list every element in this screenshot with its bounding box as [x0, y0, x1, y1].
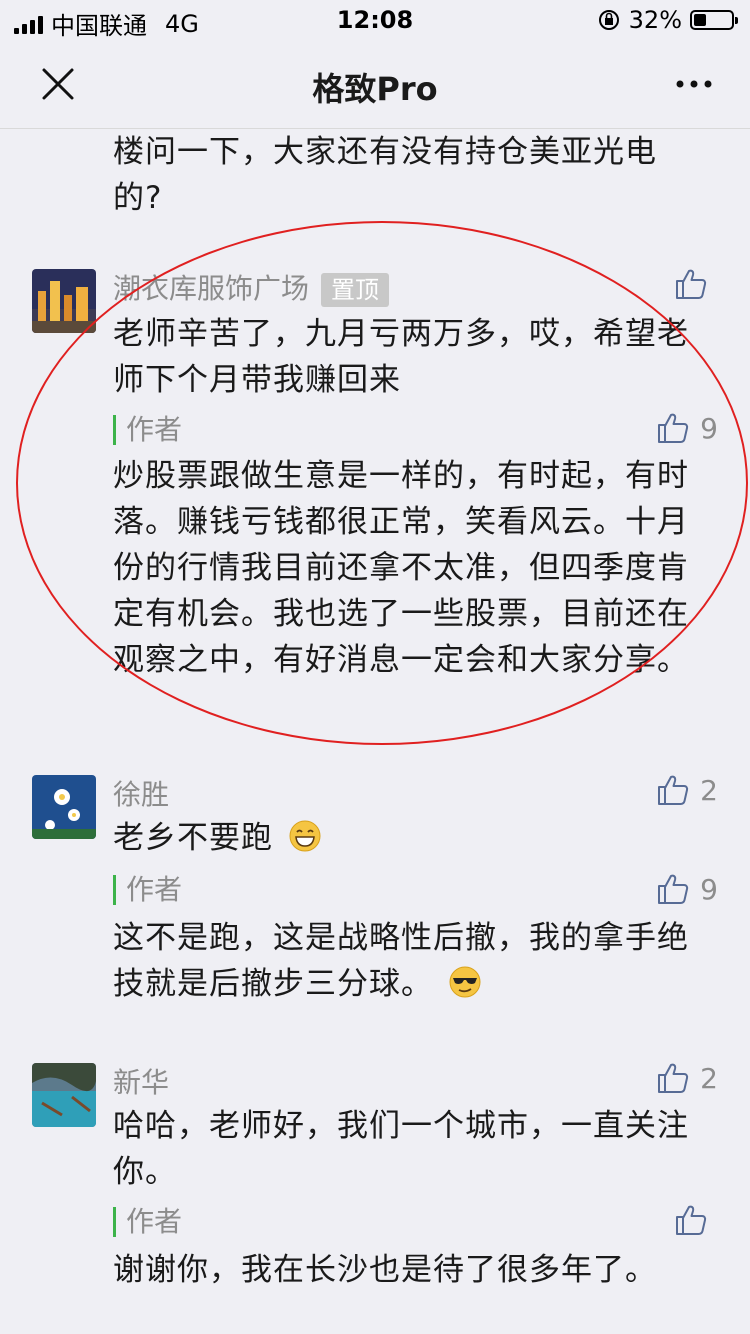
comment-text-content: 老乡不要跑 — [113, 820, 273, 856]
nickname-text: 潮衣库服饰广场 — [113, 272, 310, 305]
author-reply-text: 谢谢你，我在长沙也是待了很多年了。 — [113, 1252, 657, 1288]
like-count: 2 — [700, 1061, 718, 1095]
author-reply-tag: 作者 — [113, 1207, 182, 1237]
status-right: 32% — [597, 6, 738, 34]
reply-like-button[interactable]: 9 — [656, 872, 718, 906]
comment-text: 老师辛苦了，九月亏两万多，哎，希望老师下个月带我赚回来 — [113, 316, 689, 398]
thumbs-up-icon — [658, 775, 689, 805]
like-count: 9 — [700, 411, 718, 445]
author-reply-tag: 作者 — [113, 875, 182, 905]
author-reply-content: 这不是跑，这是战略性后撤，我的拿手绝技就是后撤步三分球。 — [113, 920, 689, 1002]
rotation-lock-icon — [598, 10, 619, 30]
like-count: 9 — [700, 872, 718, 906]
avatar[interactable] — [32, 775, 96, 839]
like-button[interactable] — [674, 267, 718, 301]
like-count: 2 — [700, 773, 718, 807]
more-icon[interactable] — [674, 70, 714, 98]
reply-like-button[interactable] — [674, 1203, 718, 1237]
comment-text: 哈哈，老师好，我们一个城市，一直关注你。 — [113, 1108, 689, 1190]
nav-bar: 格致Pro — [0, 40, 750, 129]
battery-percent: 32% — [628, 6, 682, 34]
thumbs-up-icon — [658, 874, 689, 904]
reply-like-button[interactable]: 9 — [656, 411, 718, 445]
nickname[interactable]: 潮衣库服饰广场 置顶 — [113, 267, 390, 307]
avatar[interactable] — [32, 269, 96, 333]
previous-comment-tail: 楼问一下，大家还有没有持仓美亚光电的? — [113, 134, 657, 216]
pinned-badge: 置顶 — [321, 273, 390, 307]
author-reply-tag: 作者 — [113, 415, 182, 445]
like-button[interactable]: 2 — [656, 773, 718, 807]
thumbs-up-icon — [676, 1205, 707, 1235]
thumbs-up-icon — [676, 269, 707, 299]
thumbs-up-icon — [658, 413, 689, 443]
battery-icon — [690, 10, 738, 30]
status-bar: 中国联通 4G 12:08 32% — [0, 0, 750, 40]
avatar[interactable] — [32, 1063, 96, 1127]
page-title: 格致Pro — [312, 70, 438, 108]
author-reply-text: 这不是跑，这是战略性后撤，我的拿手绝技就是后撤步三分球。 — [113, 915, 703, 1007]
like-button[interactable]: 2 — [656, 1061, 718, 1095]
grin-emoji-icon — [289, 820, 321, 852]
thumbs-up-icon — [658, 1063, 689, 1093]
battery-level — [694, 14, 706, 26]
author-reply-text: 炒股票跟做生意是一样的，有时起，有时落。赚钱亏钱都很正常，笑看风云。十月份的行情… — [113, 458, 689, 678]
nickname[interactable]: 新华 — [113, 1061, 169, 1101]
comment-text: 老乡不要跑 — [113, 815, 703, 861]
cool-sunglasses-emoji-icon — [449, 966, 481, 998]
nickname[interactable]: 徐胜 — [113, 773, 169, 813]
